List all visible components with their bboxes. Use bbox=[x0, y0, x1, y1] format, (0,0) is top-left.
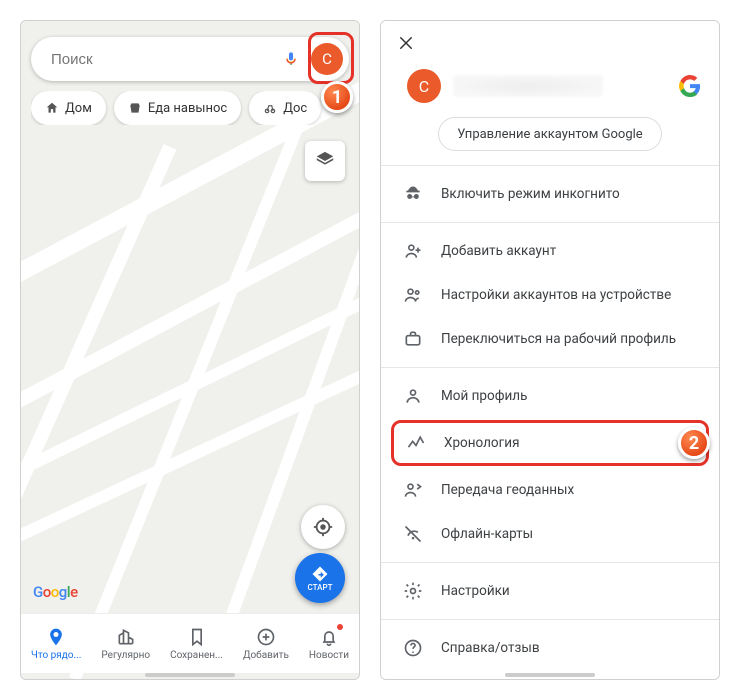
chip-label: Еда навынос bbox=[148, 101, 227, 116]
buildings-icon bbox=[115, 626, 137, 648]
chip-delivery[interactable]: Дос bbox=[249, 91, 321, 125]
phone-right-account-sheet: C Управление аккаунтом Google Включить р… bbox=[380, 20, 720, 680]
menu-label: Настройки bbox=[441, 583, 510, 599]
close-icon bbox=[397, 34, 415, 52]
close-row bbox=[381, 21, 719, 65]
avatar: C bbox=[407, 69, 441, 103]
menu-offline-maps[interactable]: Офлайн-карты bbox=[381, 512, 719, 556]
search-bar[interactable]: C bbox=[31, 37, 349, 81]
menu-group-4: Настройки bbox=[381, 563, 719, 619]
menu-label: Настройки аккаунтов на устройстве bbox=[441, 287, 671, 303]
person-add-icon bbox=[403, 241, 423, 261]
nav-updates[interactable]: Новости bbox=[309, 626, 349, 661]
incognito-icon bbox=[403, 184, 423, 204]
account-sheet: C Управление аккаунтом Google Включить р… bbox=[381, 21, 719, 679]
menu-location-sharing[interactable]: Передача геоданных bbox=[381, 468, 719, 512]
layers-button[interactable] bbox=[305, 141, 345, 181]
callout-2: 2 bbox=[678, 427, 710, 459]
account-header[interactable]: C bbox=[381, 65, 719, 117]
start-button[interactable]: СТАРТ bbox=[295, 553, 345, 603]
plus-circle-icon bbox=[255, 626, 277, 648]
bottom-nav: Что рядо... Регулярно Сохранен... Добави… bbox=[21, 613, 359, 673]
briefcase-icon bbox=[403, 329, 423, 349]
menu-incognito[interactable]: Включить режим инкогнито bbox=[381, 172, 719, 216]
person-icon bbox=[403, 386, 423, 406]
home-icon bbox=[45, 101, 59, 115]
nav-label: Сохранен... bbox=[170, 650, 223, 661]
menu-label: Мой профиль bbox=[441, 388, 527, 404]
start-label: СТАРТ bbox=[308, 583, 333, 592]
share-location-icon bbox=[403, 480, 423, 500]
nav-explore[interactable]: Что рядо... bbox=[31, 626, 81, 661]
gesture-handle bbox=[145, 673, 235, 677]
google-g-icon bbox=[679, 75, 701, 97]
menu-group-3: Мой профиль Хронология 2 Передача геодан… bbox=[381, 368, 719, 562]
phone-left-maps: C 1 Дом Еда навынос Дос СТАРТ Google Что… bbox=[20, 20, 360, 680]
chip-label: Дом bbox=[65, 101, 92, 116]
help-icon bbox=[403, 638, 423, 658]
nav-label: Добавить bbox=[243, 650, 289, 661]
chip-home[interactable]: Дом bbox=[31, 91, 106, 125]
locate-icon bbox=[312, 516, 334, 538]
gesture-handle bbox=[505, 673, 595, 677]
takeout-icon bbox=[128, 101, 142, 115]
mic-icon[interactable] bbox=[281, 49, 301, 69]
search-input[interactable] bbox=[49, 50, 271, 69]
menu-my-profile[interactable]: Мой профиль bbox=[381, 374, 719, 418]
chip-label: Дос bbox=[283, 101, 307, 116]
locate-button[interactable] bbox=[301, 505, 345, 549]
nav-label: Регулярно bbox=[101, 650, 150, 661]
category-chips: Дом Еда навынос Дос bbox=[31, 91, 359, 125]
nav-contribute[interactable]: Добавить bbox=[243, 626, 289, 661]
people-icon bbox=[403, 285, 423, 305]
menu-label: Переключиться на рабочий профиль bbox=[441, 331, 676, 347]
pin-icon bbox=[45, 626, 67, 648]
menu-label: Справка/отзыв bbox=[441, 640, 540, 656]
nav-label: Что рядо... bbox=[31, 650, 81, 661]
layers-icon bbox=[314, 150, 336, 172]
menu-account-settings[interactable]: Настройки аккаунтов на устройстве bbox=[381, 273, 719, 317]
nav-label: Новости bbox=[309, 650, 349, 661]
callout-1: 1 bbox=[321, 81, 353, 113]
badge-dot-icon bbox=[337, 624, 343, 630]
menu-timeline[interactable]: Хронология 2 bbox=[391, 420, 709, 466]
menu-group-5: Справка/отзыв bbox=[381, 620, 719, 676]
bookmark-icon bbox=[186, 626, 208, 648]
google-logo: Google bbox=[33, 583, 78, 601]
delivery-icon bbox=[263, 101, 277, 115]
directions-icon bbox=[311, 565, 329, 583]
timeline-icon bbox=[406, 433, 426, 453]
bell-icon bbox=[318, 626, 340, 648]
menu-add-account[interactable]: Добавить аккаунт bbox=[381, 229, 719, 273]
menu-help[interactable]: Справка/отзыв bbox=[381, 626, 719, 670]
menu-label: Добавить аккаунт bbox=[441, 243, 556, 259]
menu-work-profile[interactable]: Переключиться на рабочий профиль bbox=[381, 317, 719, 361]
manage-account-button[interactable]: Управление аккаунтом Google bbox=[438, 117, 661, 151]
manage-label: Управление аккаунтом Google bbox=[457, 127, 642, 142]
menu-label: Передача геоданных bbox=[441, 482, 574, 498]
menu-group-1: Включить режим инкогнито bbox=[381, 166, 719, 222]
offline-icon bbox=[403, 524, 423, 544]
menu-label: Хронология bbox=[444, 435, 520, 451]
account-name-redacted bbox=[453, 75, 603, 97]
chip-takeout[interactable]: Еда навынос bbox=[114, 91, 241, 125]
menu-label: Включить режим инкогнито bbox=[441, 186, 620, 202]
nav-saved[interactable]: Сохранен... bbox=[170, 626, 223, 661]
nav-commute[interactable]: Регулярно bbox=[101, 626, 150, 661]
menu-group-2: Добавить аккаунт Настройки аккаунтов на … bbox=[381, 223, 719, 367]
close-button[interactable] bbox=[397, 34, 415, 52]
menu-label: Офлайн-карты bbox=[441, 526, 533, 542]
avatar[interactable]: C bbox=[311, 43, 343, 75]
gear-icon bbox=[403, 581, 423, 601]
menu-settings[interactable]: Настройки bbox=[381, 569, 719, 613]
